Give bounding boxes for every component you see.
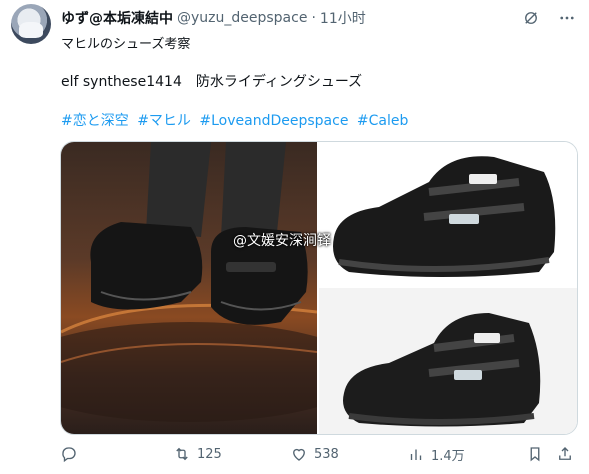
grok-icon[interactable] [521,8,541,28]
share-button[interactable] [556,445,574,463]
hashtag-link[interactable]: #Caleb [357,113,408,129]
media-image-product-shoe-1[interactable] [319,142,577,286]
tweet-body: elf synthese1414 防水ライディングシューズ [61,74,363,90]
reply-button[interactable] [60,445,84,463]
retweet-button[interactable]: 125 [173,445,222,463]
hashtag-link[interactable]: #恋と深空 [61,113,129,129]
media-image-product-shoe-2[interactable] [319,288,577,434]
bookmark-button[interactable] [526,445,544,463]
tweet-subtitle: マヒルのシューズ考察 [61,37,191,52]
more-icon[interactable] [557,8,577,28]
media-image-anime-shoes[interactable] [61,142,317,434]
tweet-header: ゆず@本垢凍結中 @yuzu_deepspace · 11小时 [61,8,519,28]
views-count: 1.4万 [431,448,465,464]
tweet-actions: 125 538 1.4万 [60,442,580,466]
product-shoe-image [343,313,541,427]
retweet-count: 125 [197,446,222,462]
anime-shoes-illustration [61,142,317,422]
media-grid: @文媛安深涧铎 [60,141,578,435]
bookmark-icon [530,447,540,462]
header-icons [521,8,577,28]
product-shoe-image [333,156,556,277]
reply-icon [62,447,76,463]
retweet-icon [176,447,188,461]
weibo-watermark: @文媛安深涧铎 [233,233,331,249]
separator-dot: · [311,10,316,26]
hashtag-list: #恋と深空 #マヒル #LoveandDeepspace #Caleb [61,110,412,130]
hashtag-link[interactable]: #マヒル [137,113,191,129]
share-icon [559,447,571,460]
avatar[interactable] [11,4,51,44]
display-name[interactable]: ゆず@本垢凍結中 [61,8,173,28]
like-button[interactable]: 538 [290,445,339,463]
heart-icon [293,448,305,461]
like-count: 538 [314,446,339,462]
views-button[interactable]: 1.4万 [407,445,465,464]
user-handle[interactable]: @yuzu_deepspace [177,10,307,26]
hashtag-link[interactable]: #LoveandDeepspace [199,113,348,129]
views-icon [410,449,422,460]
timestamp[interactable]: 11小时 [320,8,366,28]
